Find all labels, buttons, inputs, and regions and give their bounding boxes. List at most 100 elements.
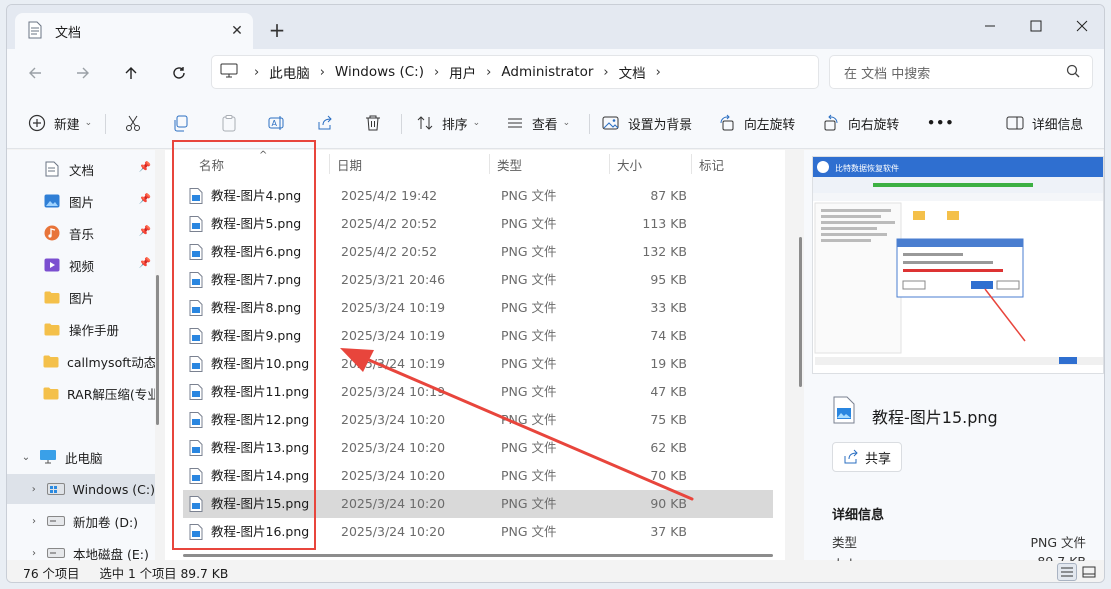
sidebar-item-this-pc[interactable]: ⌄ 此电脑 [7, 442, 155, 472]
chevron-right-icon[interactable]: › [27, 548, 41, 559]
file-name: 教程-图片5.png [211, 216, 302, 231]
table-row[interactable]: 教程-图片16.png 2025/3/24 10:20 PNG 文件 37 KB [183, 518, 773, 546]
rotate-left-label: 向左旋转 [744, 117, 796, 133]
details-view-button[interactable] [1057, 563, 1077, 581]
table-row[interactable]: 教程-图片8.png 2025/3/24 10:19 PNG 文件 33 KB [183, 294, 773, 322]
chevron-right-icon[interactable]: › [27, 516, 41, 527]
breadcrumb-administrator[interactable]: Administrator [501, 64, 593, 80]
refresh-button[interactable] [165, 59, 193, 87]
delete-button[interactable] [363, 109, 390, 137]
set-background-button[interactable]: 设置为背景 [601, 109, 692, 137]
breadcrumb-users[interactable]: 用户 [449, 62, 476, 82]
table-row[interactable]: 教程-图片11.png 2025/3/24 10:19 PNG 文件 47 KB [183, 378, 773, 406]
share-icon [843, 449, 859, 465]
sort-button[interactable]: 排序 ⌄ [415, 109, 480, 137]
table-row[interactable]: 教程-图片9.png 2025/3/24 10:19 PNG 文件 74 KB [183, 322, 773, 350]
sidebar-item-c-drive[interactable]: › Windows (C:) [7, 474, 155, 504]
file-name: 教程-图片6.png [211, 244, 302, 259]
column-header-type[interactable]: 类型 [497, 150, 522, 178]
preview-share-button[interactable]: 共享 [832, 442, 902, 472]
sidebar-item-manual[interactable]: 操作手册 [7, 314, 155, 344]
close-window-button[interactable] [1059, 11, 1104, 41]
table-row[interactable]: 教程-图片5.png 2025/4/2 20:52 PNG 文件 113 KB [183, 210, 773, 238]
sidebar-item-folder-pictures[interactable]: 图片 [7, 282, 155, 312]
file-type: PNG 文件 [501, 356, 557, 371]
chevron-right-icon[interactable]: › [254, 65, 259, 80]
column-header-name[interactable]: 名称 [199, 150, 224, 178]
sidebar-item-documents[interactable]: 文档 📌 [7, 154, 155, 184]
sidebar-item-rar[interactable]: RAR解压缩(专业 [7, 378, 155, 408]
chevron-right-icon[interactable]: › [27, 484, 41, 495]
file-type: PNG 文件 [501, 440, 557, 455]
chevron-right-icon[interactable]: › [320, 65, 325, 80]
tab-documents[interactable]: 文档 ✕ [15, 13, 253, 49]
table-row[interactable]: 教程-图片10.png 2025/3/24 10:19 PNG 文件 19 KB [183, 350, 773, 378]
sidebar-item-music[interactable]: 音乐 📌 [7, 218, 155, 248]
table-row[interactable]: 教程-图片4.png 2025/4/2 19:42 PNG 文件 87 KB [183, 182, 773, 210]
address-bar[interactable]: › 此电脑 › Windows (C:) › 用户 › Administrato… [211, 55, 819, 89]
png-file-icon [189, 412, 203, 431]
rename-button[interactable]: A [267, 109, 294, 137]
table-row[interactable]: 教程-图片12.png 2025/3/24 10:20 PNG 文件 75 KB [183, 406, 773, 434]
share-button[interactable] [315, 109, 342, 137]
column-divider[interactable] [489, 154, 490, 174]
table-row[interactable]: 教程-图片13.png 2025/3/24 10:20 PNG 文件 62 KB [183, 434, 773, 462]
sidebar-item-d-drive[interactable]: › 新加卷 (D:) [7, 506, 155, 536]
breadcrumb-documents[interactable]: 文档 [619, 62, 646, 82]
view-button[interactable]: 查看 ⌄ [505, 109, 570, 137]
file-list-horizontal-scrollbar[interactable] [183, 554, 773, 557]
file-list-scrollbar[interactable] [799, 237, 802, 387]
copy-button[interactable] [171, 109, 198, 137]
file-date: 2025/3/24 10:19 [341, 384, 446, 399]
chevron-down-icon: ⌄ [562, 118, 571, 128]
column-header-tags[interactable]: 标记 [699, 150, 724, 178]
clipboard-icon [219, 113, 239, 133]
column-header-date[interactable]: 日期 [337, 150, 362, 178]
file-type: PNG 文件 [501, 412, 557, 427]
search-input[interactable]: 在 文档 中搜索 [829, 55, 1093, 89]
tiles-view-button[interactable] [1079, 563, 1099, 581]
cut-button[interactable] [123, 109, 150, 137]
details-pane-button[interactable]: 详细信息 [1005, 109, 1083, 137]
chevron-right-icon[interactable]: › [656, 65, 661, 80]
png-file-icon [189, 524, 203, 543]
column-divider[interactable] [609, 154, 610, 174]
sidebar-item-videos[interactable]: 视频 📌 [7, 250, 155, 280]
sidebar-scrollbar[interactable] [156, 275, 159, 425]
column-divider[interactable] [329, 154, 330, 174]
more-options-button[interactable]: ••• [927, 109, 955, 137]
chevron-right-icon[interactable]: › [434, 65, 439, 80]
table-row[interactable]: 教程-图片7.png 2025/3/21 20:46 PNG 文件 95 KB [183, 266, 773, 294]
file-size: 19 KB [650, 356, 687, 371]
tiles-view-icon [1082, 566, 1096, 578]
breadcrumb-c-drive[interactable]: Windows (C:) [335, 64, 424, 80]
file-size: 132 KB [642, 244, 687, 259]
file-type: PNG 文件 [501, 244, 557, 259]
chevron-right-icon[interactable]: › [603, 65, 608, 80]
rotate-left-button[interactable]: 向左旋转 [717, 109, 795, 137]
rotate-right-button[interactable]: 向右旋转 [821, 109, 899, 137]
back-button[interactable] [21, 59, 49, 87]
file-size: 95 KB [650, 272, 687, 287]
sidebar-item-pictures[interactable]: 图片 📌 [7, 186, 155, 216]
table-row[interactable]: 教程-图片14.png 2025/3/24 10:20 PNG 文件 70 KB [183, 462, 773, 490]
chevron-down-icon[interactable]: ⌄ [19, 452, 33, 463]
column-divider[interactable] [691, 154, 692, 174]
pin-icon: 📌 [138, 226, 151, 237]
up-button[interactable] [117, 59, 145, 87]
table-row[interactable]: 教程-图片6.png 2025/4/2 20:52 PNG 文件 132 KB [183, 238, 773, 266]
table-row[interactable]: 教程-图片15.png 2025/3/24 10:20 PNG 文件 90 KB [183, 490, 773, 518]
chevron-right-icon[interactable]: › [486, 65, 491, 80]
new-tab-button[interactable]: + [265, 19, 289, 43]
file-date: 2025/3/24 10:20 [341, 468, 446, 483]
sidebar-item-callmysoft[interactable]: callmysoft动态 [7, 346, 155, 376]
tab-close-button[interactable]: ✕ [227, 21, 247, 41]
column-header-size[interactable]: 大小 [617, 150, 642, 178]
sidebar-item-label: 图片 [69, 194, 95, 210]
new-button[interactable]: 新建 ⌄ [27, 109, 92, 137]
breadcrumb-this-pc[interactable]: 此电脑 [269, 62, 310, 82]
minimize-button[interactable] [967, 11, 1013, 41]
paste-button[interactable] [219, 109, 246, 137]
maximize-button[interactable] [1013, 11, 1059, 41]
forward-button[interactable] [69, 59, 97, 87]
